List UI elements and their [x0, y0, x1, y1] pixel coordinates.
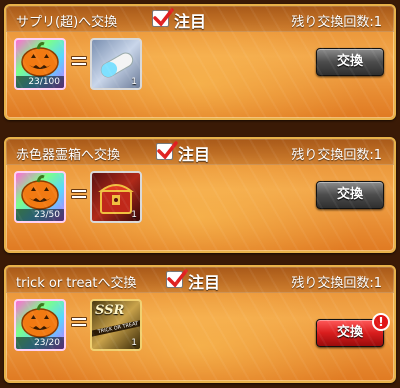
attention-checkbox[interactable] [166, 269, 188, 288]
alert-badge: ! [372, 313, 390, 331]
pumpkin-icon [21, 42, 59, 77]
equals-sign [71, 317, 87, 331]
ssr-card-text: SSR [95, 303, 125, 318]
reward-qty: 1 [131, 338, 137, 348]
equals-sign [71, 56, 87, 70]
ssr-card-banner: TRICK OR TREAT [92, 318, 140, 338]
item-count: 23/50 [16, 209, 64, 221]
pumpkin-icon [21, 303, 59, 338]
source-item-pumpkin[interactable]: 23/50 [14, 171, 66, 223]
attention-checkbox[interactable] [156, 141, 178, 160]
exchange-button[interactable]: 交換 [316, 48, 384, 76]
source-item-pumpkin[interactable]: 23/100 [14, 38, 66, 90]
exchange-title: サプリ(超)へ交換 [16, 15, 118, 30]
exchange-panel-trick-or-treat: trick or treatへ交換 注目 残り交換回数:1 23/20 SSR … [4, 265, 396, 383]
panel-header: サプリ(超)へ交換 注目 残り交換回数:1 [6, 6, 394, 32]
exchange-panel-red-box: 赤色器霊箱へ交換 注目 残り交換回数:1 23/50 1 交換 [4, 137, 396, 253]
source-item-pumpkin[interactable]: 23/20 [14, 299, 66, 351]
equals-sign [71, 189, 87, 203]
exchange-button[interactable]: 交換 [316, 181, 384, 209]
reward-item-supplement[interactable]: 1 [90, 38, 142, 90]
attention-label: 注目 [188, 273, 221, 292]
remaining-count: 残り交換回数:1 [291, 276, 382, 291]
remaining-count: 残り交換回数:1 [291, 148, 382, 163]
reward-item-red-box[interactable]: 1 [90, 171, 142, 223]
item-count: 23/100 [16, 76, 64, 88]
panel-header: trick or treatへ交換 注目 残り交換回数:1 [6, 267, 394, 293]
item-count: 23/20 [16, 337, 64, 349]
exchange-title: 赤色器霊箱へ交換 [16, 148, 121, 163]
pumpkin-icon [21, 175, 59, 210]
attention-label: 注目 [174, 12, 207, 31]
checkmark-icon [157, 141, 178, 160]
reward-qty: 1 [131, 77, 137, 87]
attention-checkbox[interactable] [152, 8, 174, 27]
checkmark-icon [167, 269, 188, 288]
exchange-panel-supplement: サプリ(超)へ交換 注目 残り交換回数:1 23/100 1 交換 [4, 4, 396, 120]
panel-header: 赤色器霊箱へ交換 注目 残り交換回数:1 [6, 139, 394, 165]
remaining-count: 残り交換回数:1 [291, 15, 382, 30]
reward-item-ssr-card[interactable]: SSR TRICK OR TREAT 1 [90, 299, 142, 351]
checkmark-icon [153, 8, 174, 27]
exchange-title: trick or treatへ交換 [16, 276, 137, 291]
reward-qty: 1 [131, 210, 137, 220]
attention-label: 注目 [178, 145, 211, 164]
